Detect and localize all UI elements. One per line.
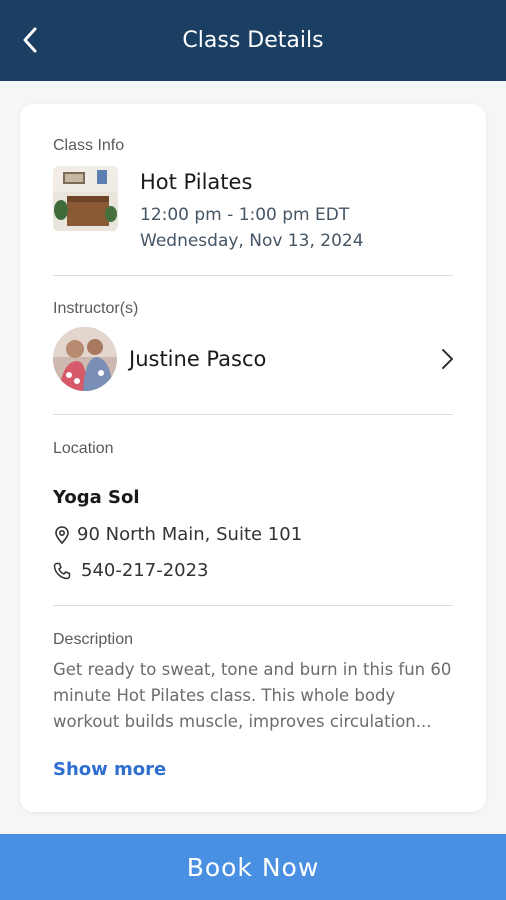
divider (53, 605, 453, 606)
instructor-label: Instructor(s) (53, 300, 139, 317)
location-address[interactable]: 90 North Main, Suite 101 (53, 524, 302, 545)
phone-icon (53, 562, 71, 580)
phone-text: 540-217-2023 (81, 560, 209, 581)
description-text: Get ready to sweat, tone and burn in thi… (53, 660, 452, 731)
back-button[interactable] (14, 24, 46, 56)
class-info-label: Class Info (53, 137, 125, 154)
chevron-right-icon (437, 349, 457, 369)
class-name: Hot Pilates (140, 170, 253, 194)
location-label: Location (53, 440, 114, 457)
book-now-button[interactable]: Book Now (0, 834, 506, 900)
class-details-card: Class Info Hot Pilates 12:00 pm - 1:00 p… (20, 104, 486, 812)
class-thumbnail (53, 166, 118, 231)
instructor-row[interactable]: Justine Pasco (53, 326, 457, 392)
class-date: Wednesday, Nov 13, 2024 (140, 231, 364, 251)
divider (53, 414, 453, 415)
divider (53, 275, 453, 276)
studio-image (53, 166, 118, 231)
chevron-left-icon (23, 27, 37, 53)
address-text: 90 North Main, Suite 101 (77, 524, 303, 545)
location-name: Yoga Sol (53, 487, 140, 508)
class-time: 12:00 pm - 1:00 pm EDT (140, 205, 350, 225)
instructor-name: Justine Pasco (129, 347, 267, 371)
description-label: Description (53, 631, 134, 648)
avatar (53, 327, 117, 391)
page-title: Class Details (182, 28, 324, 53)
instructor-photo (53, 327, 117, 391)
show-more-link[interactable]: Show more (53, 759, 166, 780)
location-phone[interactable]: 540-217-2023 (53, 560, 209, 581)
app-bar: Class Details (0, 0, 506, 81)
map-pin-icon (53, 525, 71, 544)
